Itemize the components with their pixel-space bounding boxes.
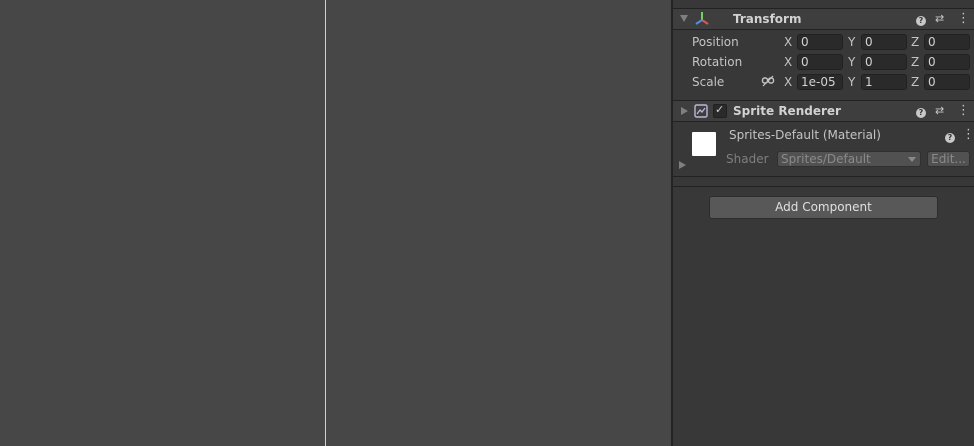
shader-dropdown[interactable]: Sprites/Default [777, 151, 921, 167]
shader-label: Shader [726, 152, 769, 166]
add-component-button[interactable]: Add Component [709, 196, 938, 219]
scene-view[interactable] [0, 0, 672, 446]
rotation-z-field[interactable]: 0 [924, 54, 970, 70]
rotation-y-field[interactable]: 0 [861, 54, 907, 70]
axis-y-label[interactable]: Y [848, 55, 855, 69]
axis-x-label[interactable]: X [784, 75, 792, 89]
scale-y-field[interactable]: 1 [861, 74, 907, 90]
scale-z-field[interactable]: 0 [924, 74, 970, 90]
axis-z-label[interactable]: Z [911, 55, 919, 69]
scale-x-field[interactable]: 1e-05 [797, 74, 843, 90]
presets-icon[interactable]: ⇄ [935, 12, 944, 25]
rotation-label: Rotation [692, 55, 743, 69]
foldout-arrow-icon[interactable] [679, 161, 686, 169]
axis-x-label[interactable]: X [784, 55, 792, 69]
sprite-renderer-header[interactable]: ✓ Sprite Renderer ? ⇄ ⋮ [673, 101, 974, 121]
transform-icon [694, 11, 710, 27]
more-menu-icon[interactable]: ⋮ [957, 104, 970, 117]
more-menu-icon[interactable]: ⋮ [962, 128, 974, 141]
position-z-field[interactable]: 0 [924, 34, 970, 50]
position-y-field[interactable]: 0 [861, 34, 907, 50]
divider [673, 29, 974, 30]
axis-z-label[interactable]: Z [911, 35, 919, 49]
axis-y-label[interactable]: Y [848, 75, 855, 89]
axis-x-label[interactable]: X [784, 35, 792, 49]
shader-value: Sprites/Default [781, 152, 871, 166]
material-preview [692, 132, 716, 156]
divider [673, 121, 974, 122]
more-menu-icon[interactable]: ⋮ [957, 12, 970, 25]
foldout-arrow-icon[interactable] [680, 15, 688, 22]
sprite-renderer-icon [694, 104, 708, 118]
component-title: Transform [733, 12, 802, 26]
inspector-panel: Transform ? ⇄ ⋮ Position X 0 Y 0 Z 0 Rot… [673, 0, 974, 446]
divider [673, 176, 974, 177]
foldout-arrow-icon[interactable] [681, 107, 688, 115]
rotation-x-field[interactable]: 0 [797, 54, 843, 70]
axis-z-label[interactable]: Z [911, 75, 919, 89]
scale-label: Scale [692, 75, 725, 89]
material-name: Sprites-Default (Material) [729, 128, 881, 142]
position-x-field[interactable]: 0 [797, 34, 843, 50]
scene-vertical-line [325, 0, 326, 446]
divider [673, 186, 974, 187]
enabled-checkbox[interactable]: ✓ [713, 103, 727, 118]
transform-header[interactable]: Transform ? ⇄ ⋮ [673, 9, 974, 29]
help-icon[interactable]: ? [916, 105, 926, 118]
position-label: Position [692, 35, 739, 49]
edit-shader-button[interactable]: Edit... [927, 151, 970, 167]
help-icon[interactable]: ? [916, 13, 926, 26]
component-title: Sprite Renderer [733, 104, 841, 118]
checkmark-icon: ✓ [715, 103, 725, 116]
presets-icon[interactable]: ⇄ [935, 104, 944, 117]
help-icon[interactable]: ? [945, 130, 955, 143]
axis-y-label[interactable]: Y [848, 35, 855, 49]
dropdown-arrow-icon [908, 157, 916, 162]
constrain-proportions-icon[interactable] [761, 75, 775, 87]
